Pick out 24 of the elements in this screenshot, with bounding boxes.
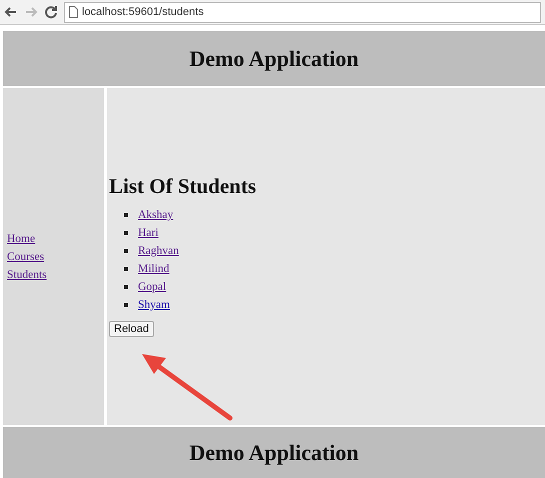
page-icon — [69, 6, 78, 18]
reload-button[interactable]: Reload — [109, 321, 154, 337]
nav-link[interactable]: Students — [7, 268, 100, 280]
address-text: localhost:59601/students — [82, 6, 204, 18]
address-bar[interactable]: localhost:59601/students — [64, 2, 541, 22]
nav-link[interactable]: Courses — [7, 250, 100, 262]
nav-link[interactable]: Home — [7, 232, 100, 244]
page-heading: List Of Students — [109, 174, 258, 199]
bullet-icon — [124, 303, 128, 307]
student-link[interactable]: Gopal — [138, 281, 166, 293]
reload-icon[interactable] — [44, 5, 58, 19]
footer-title: Demo Application — [189, 440, 359, 466]
student-link[interactable]: Milind — [138, 263, 170, 275]
bullet-icon — [124, 285, 128, 289]
student-link[interactable]: Akshay — [138, 209, 174, 221]
bullet-icon — [124, 231, 128, 235]
header-title: Demo Application — [189, 46, 359, 72]
student-link[interactable]: Raghvan — [138, 245, 179, 257]
bullet-icon — [124, 267, 128, 271]
student-link[interactable]: Hari — [138, 227, 158, 239]
bullet-icon — [124, 213, 128, 217]
bullet-icon — [124, 249, 128, 253]
student-link[interactable]: Shyam — [138, 299, 170, 311]
back-icon[interactable] — [4, 5, 18, 19]
